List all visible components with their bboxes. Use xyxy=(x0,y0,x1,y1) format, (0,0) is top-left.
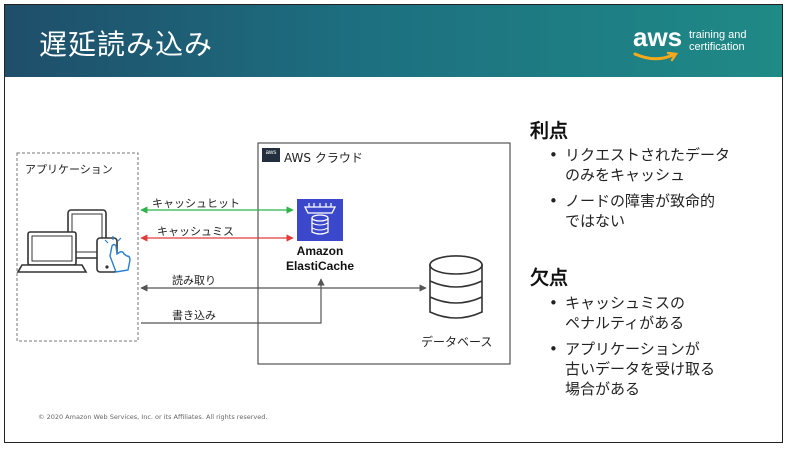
slide-frame xyxy=(4,4,783,443)
slide: 遅延読み込み aws training and certification アプ… xyxy=(0,0,789,449)
